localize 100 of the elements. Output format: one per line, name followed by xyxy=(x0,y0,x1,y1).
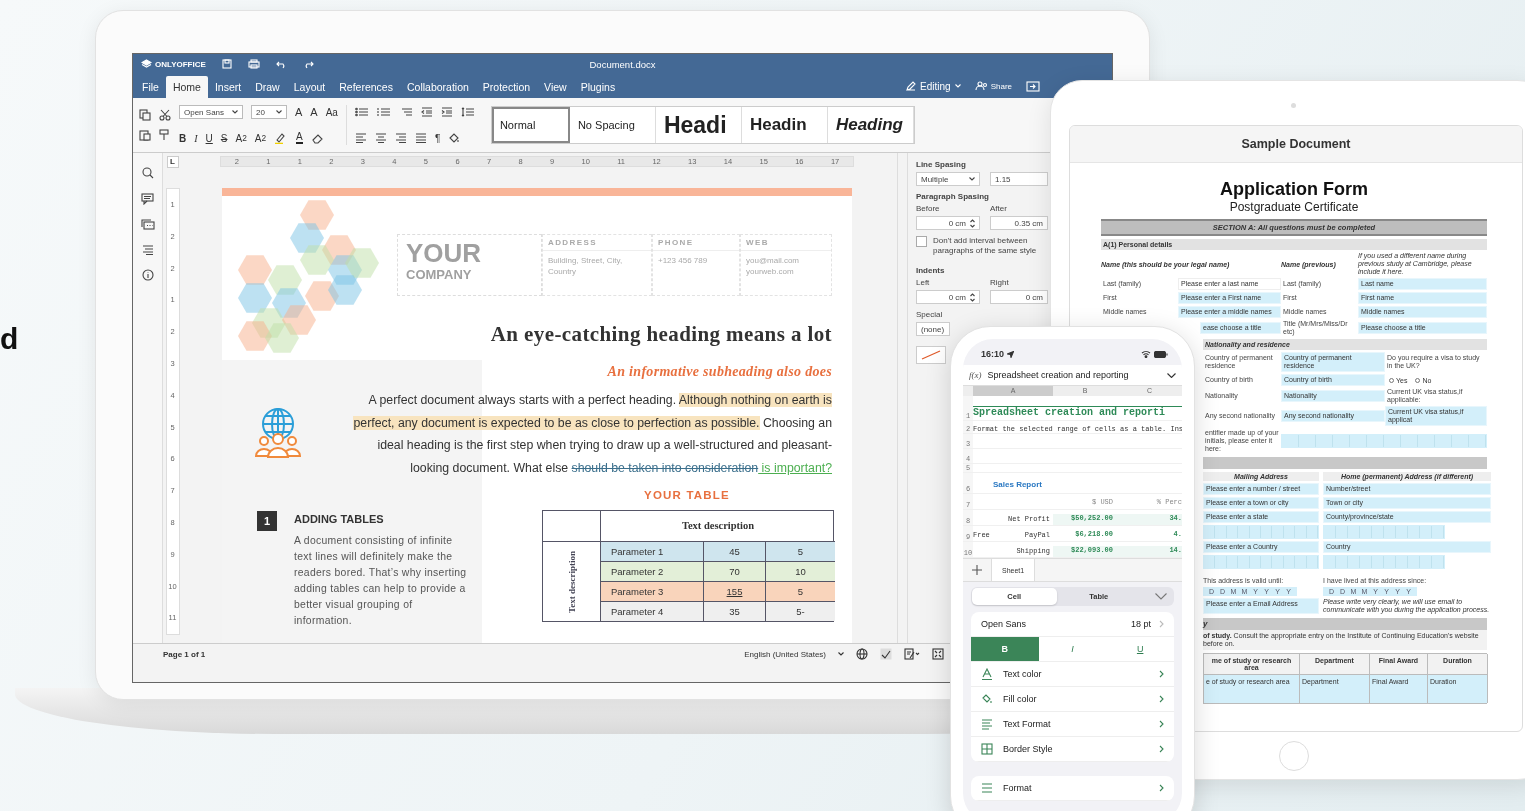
menu-tab[interactable]: Home xyxy=(165,76,208,98)
increase-indent-icon[interactable] xyxy=(440,107,453,117)
chevron-down-icon[interactable] xyxy=(1167,372,1176,378)
menu-tab[interactable]: Protection xyxy=(475,76,538,98)
indent-right-field[interactable]: 0 cm xyxy=(990,290,1048,304)
chevron-right-icon[interactable] xyxy=(1159,695,1164,703)
spellcheck-icon[interactable] xyxy=(880,648,892,660)
menu-item[interactable]: Format xyxy=(1003,783,1032,793)
style-preset[interactable]: Heading xyxy=(827,107,914,143)
line-spacing-icon[interactable] xyxy=(460,107,475,117)
copy-icon[interactable] xyxy=(139,109,151,121)
language-select[interactable]: English (United States) xyxy=(744,649,826,659)
caret-icon[interactable] xyxy=(276,110,282,114)
font-select[interactable]: Open Sans xyxy=(179,105,243,119)
indent-left-field[interactable]: 0 cm xyxy=(916,290,980,304)
contact-label: ADDRESS xyxy=(543,235,651,251)
font-size-select[interactable]: 20 xyxy=(251,105,287,119)
menu-tab[interactable]: Collaboration xyxy=(399,76,476,98)
numbered-list-icon[interactable] xyxy=(376,107,391,117)
stacked-layers-icon xyxy=(141,59,152,69)
character-boxes-field[interactable] xyxy=(1323,555,1445,569)
italic-button[interactable]: I xyxy=(194,132,198,144)
menu-item[interactable]: Border Style xyxy=(1003,744,1053,754)
undo-icon[interactable] xyxy=(275,59,287,69)
bullet-list-icon[interactable] xyxy=(354,107,369,117)
share-button[interactable]: Share xyxy=(974,81,1012,91)
spin-arrows-icon[interactable] xyxy=(970,218,975,228)
justify-icon[interactable] xyxy=(414,133,427,143)
character-boxes-field[interactable] xyxy=(1203,525,1319,539)
menu-tab[interactable]: Plugins xyxy=(573,76,623,98)
spacing-after-field[interactable]: 0.35 cm xyxy=(990,216,1048,230)
chevron-right-icon[interactable] xyxy=(1159,745,1164,753)
line-spacing-field[interactable]: 1.15 xyxy=(990,172,1048,186)
formula-field[interactable]: Spreadsheet creation and reporting xyxy=(987,370,1161,380)
checkbox[interactable] xyxy=(916,236,927,247)
style-preset[interactable]: Headin xyxy=(741,107,828,143)
caret-icon[interactable] xyxy=(969,177,975,181)
chevron-right-icon[interactable] xyxy=(1159,720,1164,728)
character-boxes-field[interactable] xyxy=(1281,434,1487,448)
style-preset[interactable]: No Spacing xyxy=(569,107,656,143)
info-icon[interactable] xyxy=(141,269,154,281)
status-time: 16:10 xyxy=(981,349,1005,359)
comment-icon[interactable] xyxy=(141,193,154,205)
increase-font-button[interactable]: A xyxy=(295,106,303,118)
text-style-toggle[interactable]: I xyxy=(1038,637,1107,661)
contact-text: Building, Street, City, Country xyxy=(547,255,624,278)
caret-icon[interactable] xyxy=(232,110,238,114)
save-icon[interactable] xyxy=(221,59,232,69)
menu-tab[interactable]: Draw xyxy=(248,76,287,98)
headings-list-icon[interactable] xyxy=(141,245,154,255)
bold-button[interactable]: B xyxy=(179,132,187,144)
editing-mode-button[interactable]: Editing xyxy=(906,80,961,92)
chevron-right-icon[interactable] xyxy=(1159,670,1164,678)
align-left-icon[interactable] xyxy=(354,133,367,143)
contact-text: +123 456 789 xyxy=(657,255,709,267)
menu-tab[interactable]: View xyxy=(537,76,574,98)
menu-tab[interactable]: Insert xyxy=(207,76,249,98)
spacing-before-field[interactable]: 0 cm xyxy=(916,216,980,230)
contact-label: WEB xyxy=(741,235,831,251)
print-icon[interactable] xyxy=(247,59,260,69)
menu-item[interactable]: Text color xyxy=(1003,669,1042,679)
globe-icon[interactable] xyxy=(856,648,868,660)
align-right-icon[interactable] xyxy=(394,133,407,143)
align-center-icon[interactable] xyxy=(374,133,387,143)
paragraph-mark-button[interactable]: ¶ xyxy=(434,132,441,144)
scissors-icon[interactable] xyxy=(159,109,171,121)
decrease-indent-icon[interactable] xyxy=(420,107,433,117)
search-icon[interactable] xyxy=(141,167,154,179)
text-style-toggle[interactable]: U xyxy=(1106,637,1174,661)
menu-tab[interactable]: File xyxy=(135,76,166,98)
menu-item[interactable]: Text Format xyxy=(1003,719,1051,729)
character-boxes-field[interactable] xyxy=(1203,555,1319,569)
style-preset[interactable]: Normal xyxy=(491,107,570,143)
fill-bucket-icon[interactable] xyxy=(448,132,461,144)
change-case-button[interactable]: Aa xyxy=(325,106,338,118)
fit-page-icon[interactable] xyxy=(932,648,944,660)
tab-stop-selector[interactable]: L xyxy=(166,156,179,168)
character-boxes-field[interactable] xyxy=(1323,525,1445,539)
menu-item[interactable]: Fill color xyxy=(1003,694,1037,704)
track-changes-icon[interactable] xyxy=(904,648,920,660)
section-title: ADDING TABLES xyxy=(294,513,385,525)
format-painter-icon[interactable] xyxy=(159,129,169,141)
menu-tab[interactable]: References xyxy=(332,76,400,98)
menu-tab[interactable]: Layout xyxy=(286,76,333,98)
chevron-right-icon[interactable] xyxy=(1159,784,1164,792)
strike-button[interactable]: S xyxy=(220,132,228,144)
decrease-font-button[interactable]: A xyxy=(310,106,318,118)
line-style-select[interactable] xyxy=(916,346,946,364)
contact-label: PHONE xyxy=(653,235,739,251)
font-color-button[interactable]: A xyxy=(296,132,303,144)
paste-icon[interactable] xyxy=(139,129,151,141)
chat-icon[interactable] xyxy=(140,219,155,231)
eraser-icon[interactable] xyxy=(310,132,323,144)
text-style-toggle[interactable]: B xyxy=(971,637,1039,661)
style-preset[interactable]: Headi xyxy=(655,107,742,143)
line-spacing-select[interactable]: Multiple xyxy=(916,172,980,186)
language-caret-icon[interactable] xyxy=(838,652,844,656)
underline-button[interactable]: U xyxy=(205,132,213,144)
spin-arrows-icon[interactable] xyxy=(970,292,975,302)
special-indent-select[interactable]: (none) xyxy=(916,322,950,336)
